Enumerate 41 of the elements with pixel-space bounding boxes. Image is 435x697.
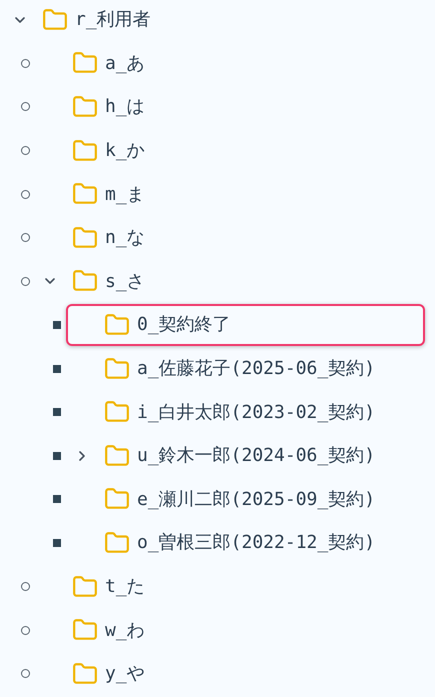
tree-item[interactable]: s_さ	[34, 260, 159, 302]
tree-item[interactable]: a_あ	[34, 42, 159, 84]
folder-icon	[72, 138, 98, 164]
circle-bullet-icon	[20, 276, 30, 286]
circle-bullet-icon	[20, 626, 30, 635]
tree-item[interactable]: h_は	[34, 86, 159, 128]
tree-item[interactable]: y_や	[34, 652, 159, 695]
circle-bullet-icon	[20, 190, 30, 199]
circle-bullet-icon	[20, 582, 30, 592]
square-bullet-icon	[53, 364, 61, 373]
circle-bullet-icon	[20, 58, 30, 68]
square-bullet-icon	[53, 408, 61, 416]
tree-item[interactable]: a_佐藤花子(2025-06_契約)	[66, 348, 390, 390]
tree-item[interactable]: n_な	[34, 216, 159, 259]
tree-item[interactable]: m_ま	[34, 173, 159, 216]
folder-icon	[104, 530, 130, 556]
tree-item[interactable]: k_か	[34, 130, 159, 172]
square-bullet-icon	[53, 452, 61, 460]
tree-item[interactable]: o_曽根三郎(2022-12_契約)	[66, 522, 390, 564]
circle-bullet-icon	[20, 669, 30, 678]
circle-bullet-icon	[20, 146, 30, 156]
folder-icon	[72, 660, 98, 687]
folder-icon	[72, 574, 98, 600]
tree-item[interactable]: u_鈴木一郎(2024-06_契約)	[66, 434, 390, 477]
square-bullet-icon	[53, 538, 61, 547]
circle-bullet-icon	[20, 233, 30, 242]
tree-item[interactable]: e_瀬川二郎(2025-09_契約)	[66, 478, 390, 520]
tree-item[interactable]: t_た	[34, 566, 159, 608]
folder-icon	[42, 6, 68, 33]
tree-item[interactable]: w_わ	[34, 609, 159, 652]
tree-item[interactable]: 0_契約終了	[66, 304, 425, 346]
folder-icon	[72, 224, 98, 251]
tree-item[interactable]: r_利用者	[4, 0, 165, 41]
square-bullet-icon	[53, 495, 61, 504]
folder-icon	[104, 442, 130, 469]
square-bullet-icon	[53, 320, 61, 329]
folder-icon	[104, 312, 130, 338]
tree-item[interactable]: i_白井太郎(2023-02_契約)	[66, 391, 390, 434]
folder-icon	[104, 356, 130, 382]
folder-icon	[72, 94, 98, 120]
circle-bullet-icon	[20, 102, 30, 112]
